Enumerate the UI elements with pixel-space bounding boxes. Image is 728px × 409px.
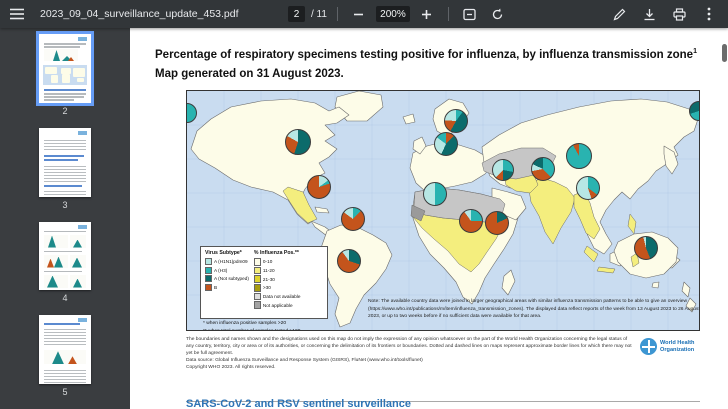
fit-page-icon[interactable] bbox=[459, 3, 481, 25]
page-count-label: / 11 bbox=[311, 9, 327, 20]
legend-pos-items: 0-10 11-20 21-30 >30 Data not available Not a… bbox=[254, 258, 301, 310]
legend-label: A (Not subtyped) bbox=[214, 276, 249, 281]
map-note: Note: The available country data were jo… bbox=[368, 298, 700, 321]
legend-footnote-1: * when influenza positive samples >20 bbox=[203, 320, 300, 328]
pie-eastern-africa bbox=[485, 211, 509, 235]
pie-western-africa bbox=[423, 182, 447, 206]
legend-swatch bbox=[254, 267, 261, 275]
legend-item: 11-20 bbox=[254, 267, 301, 275]
legend-swatch bbox=[254, 301, 261, 309]
legend-swatch bbox=[254, 258, 261, 266]
legend-swatch bbox=[254, 284, 261, 292]
legend-virus-column: Virus Subtype* A (H1N1)pdm09 A (H3) A (Not… bbox=[205, 250, 249, 316]
legend-label: 21-30 bbox=[263, 277, 275, 282]
data-source: Data source: Global Influenza Surveillan… bbox=[186, 357, 636, 372]
legend-label: A (H1N1)pdm09 bbox=[214, 259, 248, 264]
copyright-line: Copyright WHO 2023. All rights reserved. bbox=[186, 364, 636, 371]
pie-temperate-south-america bbox=[337, 249, 361, 273]
legend-label: B bbox=[214, 285, 217, 290]
page-thumbnail-2[interactable] bbox=[39, 34, 91, 103]
pie-western-europe bbox=[434, 132, 458, 156]
more-options-icon[interactable] bbox=[698, 3, 720, 25]
who-logo-line1: World Health bbox=[660, 340, 694, 347]
thumbnail-sidebar: 2 3 4 bbox=[0, 28, 130, 409]
legend-label: A (H3) bbox=[214, 268, 227, 273]
legend-positivity-column: % Influenza Pos.** 0-10 11-20 21-30 >30 Data… bbox=[254, 250, 301, 316]
legend-item: Not applicable bbox=[254, 301, 301, 309]
thumbnail-page-number: 3 bbox=[62, 200, 67, 210]
pdf-toolbar: 2023_09_04_surveillance_update_453.pdf 2… bbox=[0, 0, 728, 28]
pie-edge-right bbox=[689, 101, 700, 121]
next-section-heading: SARS-CoV-2 and RSV sentinel surveillance bbox=[186, 398, 586, 409]
pie-middle-africa bbox=[459, 209, 483, 233]
legend-item: A (Not subtyped) bbox=[205, 275, 249, 282]
data-source-line: Data source: Global Influenza Surveillan… bbox=[186, 357, 636, 364]
zoom-level-input[interactable]: 200% bbox=[376, 6, 410, 22]
pie-central-america bbox=[307, 175, 331, 199]
pie-north-america bbox=[285, 129, 311, 155]
legend-virus-items: A (H1N1)pdm09 A (H3) A (Not subtyped) B bbox=[205, 258, 249, 292]
download-icon[interactable] bbox=[638, 3, 660, 25]
rotate-icon[interactable] bbox=[487, 3, 509, 25]
who-logo: World Health Organization bbox=[640, 338, 694, 355]
legend-swatch bbox=[205, 275, 212, 282]
legend-positivity-title: % Influenza Pos.** bbox=[254, 250, 301, 256]
who-emblem-icon bbox=[640, 338, 657, 355]
pie-edge-left bbox=[186, 103, 197, 123]
legend-item: 21-30 bbox=[254, 275, 301, 283]
legend-swatch bbox=[254, 275, 261, 283]
pie-western-asia bbox=[492, 159, 514, 181]
legend-item: B bbox=[205, 284, 249, 291]
annotate-icon[interactable] bbox=[608, 3, 630, 25]
thumbnail-page-number: 5 bbox=[62, 387, 67, 397]
legend-footnote-2: ** when total number of samples tested >… bbox=[203, 328, 300, 331]
zoom-out-icon[interactable] bbox=[348, 3, 370, 25]
legend-item: >30 bbox=[254, 284, 301, 292]
page-number-input[interactable]: 2 bbox=[288, 6, 305, 22]
map-mini bbox=[43, 65, 87, 85]
pie-tropical-south-america bbox=[341, 207, 365, 231]
legend-item: 0-10 bbox=[254, 258, 301, 266]
title-footnote-marker: 1 bbox=[693, 48, 697, 55]
pie-oceania bbox=[634, 236, 658, 260]
pie-eastern-asia bbox=[566, 143, 592, 169]
thumbnail-page-number: 2 bbox=[62, 106, 67, 116]
legend-footnotes: * when influenza positive samples >20 **… bbox=[203, 320, 300, 331]
page-thumbnail-4[interactable] bbox=[39, 222, 91, 291]
pdf-page: Percentage of respiratory specimens test… bbox=[130, 28, 728, 409]
toolbar-divider bbox=[448, 7, 449, 21]
page-thumbnail-3[interactable] bbox=[39, 128, 91, 197]
document-filename: 2023_09_04_surveillance_update_453.pdf bbox=[40, 8, 239, 20]
pie-southern-asia bbox=[531, 157, 555, 181]
influenza-map: Virus Subtype* A (H1N1)pdm09 A (H3) A (Not… bbox=[186, 90, 700, 331]
vertical-scrollbar[interactable] bbox=[722, 44, 727, 62]
page-title: Percentage of respiratory specimens test… bbox=[155, 46, 715, 84]
pie-south-east-asia bbox=[576, 176, 600, 200]
legend-label: Data not available bbox=[263, 294, 301, 299]
legend-virus-title: Virus Subtype* bbox=[205, 250, 249, 256]
legend-label: 0-10 bbox=[263, 259, 272, 264]
legend-swatch bbox=[205, 284, 212, 291]
legend-item: A (H3) bbox=[205, 267, 249, 274]
legend-swatch bbox=[205, 258, 212, 265]
map-disclaimer: The boundaries and names shown and the d… bbox=[186, 336, 636, 357]
legend-label: >30 bbox=[263, 285, 271, 290]
who-logo-mini bbox=[78, 37, 87, 41]
print-icon[interactable] bbox=[668, 3, 690, 25]
page-thumbnail-5[interactable] bbox=[39, 315, 91, 384]
who-logo-line2: Organization bbox=[660, 347, 694, 354]
zoom-in-icon[interactable] bbox=[416, 3, 438, 25]
legend-label: 11-20 bbox=[263, 268, 275, 273]
legend-label: Not applicable bbox=[263, 303, 293, 308]
legend-item: A (H1N1)pdm09 bbox=[205, 258, 249, 265]
toolbar-divider bbox=[337, 7, 338, 21]
legend-item: Data not available bbox=[254, 293, 301, 301]
menu-icon[interactable] bbox=[6, 3, 28, 25]
pie-northern-europe bbox=[444, 109, 468, 133]
legend-swatch bbox=[254, 293, 261, 301]
map-legend: Virus Subtype* A (H1N1)pdm09 A (H3) A (Not… bbox=[200, 246, 328, 319]
thumbnail-page-number: 4 bbox=[62, 293, 67, 303]
legend-swatch bbox=[205, 267, 212, 274]
